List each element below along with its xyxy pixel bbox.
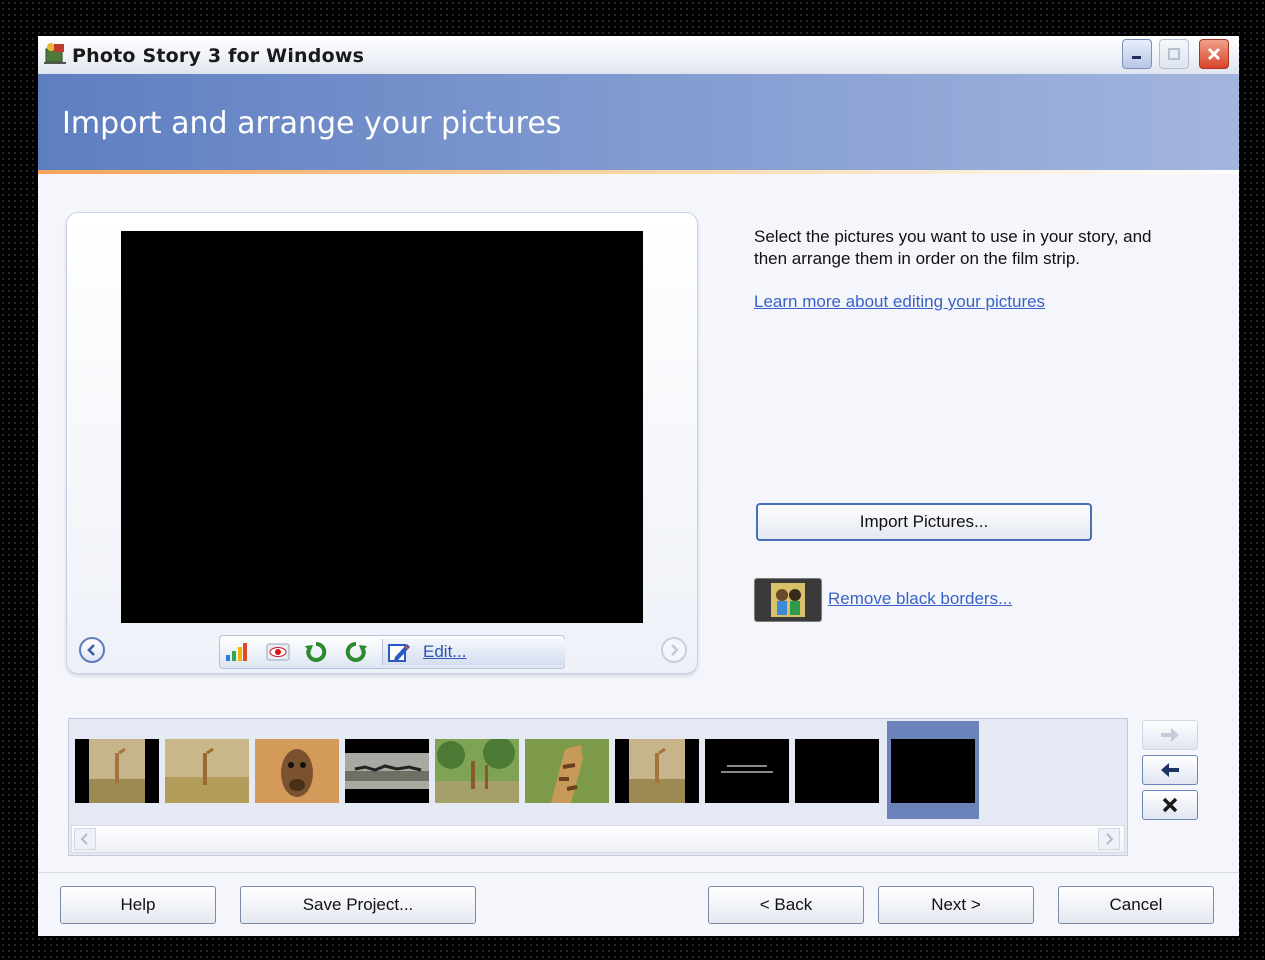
portrait-photos-icon (771, 583, 805, 617)
thumbnail-6[interactable] (525, 739, 609, 803)
minimize-button[interactable] (1122, 39, 1152, 69)
minimize-icon (1132, 56, 1141, 59)
page-header: Import and arrange your pictures (38, 74, 1239, 170)
photo-story-window: Photo Story 3 for Windows Import and arr… (38, 36, 1239, 936)
auto-correct-icon[interactable] (224, 641, 248, 663)
cancel-button[interactable]: Cancel (1058, 886, 1214, 924)
thumbnail-4[interactable] (345, 739, 429, 803)
remove-picture-button[interactable] (1142, 790, 1198, 820)
preview-panel: Edit... (66, 212, 698, 674)
film-strip-scrollbar[interactable] (71, 825, 1125, 853)
thumbnail-8[interactable] (705, 739, 789, 803)
window-title: Photo Story 3 for Windows (72, 45, 365, 67)
arrow-left-icon (1161, 763, 1179, 777)
previous-picture-button[interactable] (79, 637, 105, 663)
scroll-right-button[interactable] (1098, 828, 1120, 850)
maximize-button (1159, 39, 1189, 69)
close-icon (1207, 47, 1221, 61)
red-eye-icon[interactable] (266, 641, 290, 663)
page-title: Import and arrange your pictures (62, 106, 562, 141)
save-project-button[interactable]: Save Project... (240, 886, 476, 924)
close-button[interactable] (1199, 39, 1229, 69)
maximize-icon (1168, 48, 1180, 60)
thumbnail-3[interactable] (255, 739, 339, 803)
thumbnail-10-selected[interactable] (891, 739, 975, 803)
learn-more-link[interactable]: Learn more about editing your pictures (754, 292, 1045, 312)
scroll-left-button[interactable] (74, 828, 96, 850)
rotate-right-icon[interactable] (344, 641, 368, 663)
edit-label: Edit... (423, 642, 467, 661)
chevron-right-icon (1106, 833, 1114, 845)
move-left-button[interactable] (1142, 755, 1198, 785)
header-accent-line (38, 170, 1239, 174)
footer-divider (38, 872, 1239, 873)
remove-borders-icon[interactable] (754, 578, 822, 622)
chevron-left-icon (87, 644, 95, 656)
next-button[interactable]: Next > (878, 886, 1034, 924)
help-button[interactable]: Help (60, 886, 216, 924)
delete-x-icon (1162, 797, 1178, 813)
photo-story-app-icon (44, 43, 66, 64)
thumbnail-5[interactable] (435, 739, 519, 803)
remove-black-borders-link[interactable]: Remove black borders... (828, 589, 1012, 609)
picture-edit-toolbar: Edit... (219, 635, 565, 669)
instructions-text: Select the pictures you want to use in y… (754, 227, 1152, 268)
thumbnail-2[interactable] (165, 739, 249, 803)
preview-image (121, 231, 643, 623)
thumbnail-9[interactable] (795, 739, 879, 803)
thumbnail-7[interactable] (615, 739, 699, 803)
move-right-button[interactable] (1142, 720, 1198, 750)
thumbnail-1[interactable] (75, 739, 159, 803)
import-pictures-button[interactable]: Import Pictures... (756, 503, 1092, 541)
arrow-right-icon (1161, 728, 1179, 742)
chevron-right-icon (671, 644, 679, 656)
edit-pencil-icon (388, 644, 410, 662)
next-picture-button[interactable] (661, 637, 687, 663)
film-strip (68, 718, 1128, 856)
edit-button[interactable]: Edit... (382, 639, 565, 665)
chevron-left-icon (80, 833, 88, 845)
back-button[interactable]: < Back (708, 886, 864, 924)
title-bar[interactable]: Photo Story 3 for Windows (38, 36, 1239, 74)
rotate-left-icon[interactable] (304, 641, 328, 663)
